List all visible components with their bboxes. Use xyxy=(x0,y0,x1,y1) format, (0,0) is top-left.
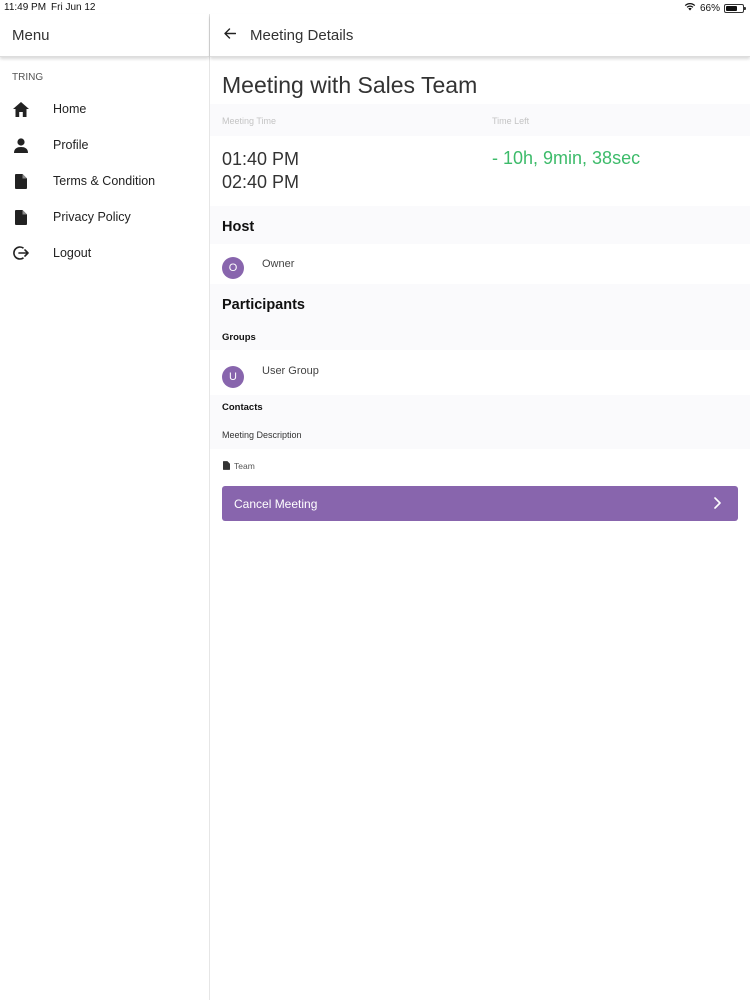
sidebar-section-label: TRING xyxy=(12,72,44,83)
host-row[interactable]: O Owner xyxy=(210,244,750,284)
meeting-time-label: Meeting Time xyxy=(222,116,277,126)
status-right: 66% xyxy=(684,2,746,14)
meeting-time-header: Meeting Time Time Left xyxy=(210,104,750,136)
battery-fill xyxy=(726,5,737,11)
logout-icon xyxy=(12,244,30,262)
sidebar-item-label: Privacy Policy xyxy=(53,210,131,224)
group-row[interactable]: U User Group xyxy=(210,350,750,395)
attachment-row[interactable]: Team xyxy=(210,449,750,481)
start-time: 01:40 PM xyxy=(222,149,300,169)
host-heading: Host xyxy=(210,206,750,244)
end-time: 02:40 PM xyxy=(222,172,300,192)
main-panel: Meeting Details Meeting with Sales Team … xyxy=(210,14,750,1000)
group-name: User Group xyxy=(262,365,319,377)
time-left-label: Time Left xyxy=(492,116,530,126)
status-date: Fri Jun 12 xyxy=(51,2,96,13)
avatar: O xyxy=(222,257,244,279)
person-icon xyxy=(12,136,30,154)
host-name: Owner xyxy=(262,258,295,270)
meeting-time-row: 01:40 PM 02:40 PM - 10h, 9min, 38sec xyxy=(210,136,750,206)
sidebar-item-label: Terms & Condition xyxy=(53,174,156,188)
meeting-description-label: Meeting Description xyxy=(210,421,750,449)
chevron-right-icon xyxy=(710,496,724,510)
home-icon xyxy=(12,100,30,118)
time-left-value: - 10h, 9min, 38sec xyxy=(492,148,641,168)
sidebar-item-terms[interactable]: Terms & Condition xyxy=(0,163,209,199)
groups-label: Groups xyxy=(210,322,750,350)
meeting-times: 01:40 PM 02:40 PM xyxy=(222,148,299,194)
wifi-icon xyxy=(684,2,696,14)
sidebar-item-profile[interactable]: Profile xyxy=(0,127,209,163)
meeting-title: Meeting with Sales Team xyxy=(222,72,478,98)
sidebar-item-logout[interactable]: Logout xyxy=(0,235,209,271)
document-icon xyxy=(12,208,30,226)
page-title: Meeting Details xyxy=(250,26,354,44)
status-time: 11:49 PM xyxy=(4,2,47,13)
sidebar-item-home[interactable]: Home xyxy=(0,91,209,127)
cancel-meeting-button[interactable]: Cancel Meeting xyxy=(222,486,738,521)
sidebar-item-label: Profile xyxy=(53,138,89,152)
battery-icon xyxy=(724,3,746,13)
attachment-name: Team xyxy=(234,461,255,471)
cancel-meeting-label: Cancel Meeting xyxy=(234,496,318,511)
top-bar: Meeting Details xyxy=(210,14,750,57)
sidebar-item-privacy[interactable]: Privacy Policy xyxy=(0,199,209,235)
avatar: U xyxy=(222,366,244,388)
status-bar: 11:49 PM Fri Jun 12 66% xyxy=(0,0,750,14)
back-button[interactable] xyxy=(221,26,239,44)
sidebar-item-label: Home xyxy=(53,102,87,116)
sidebar-title: Menu xyxy=(0,14,209,57)
participants-heading: Participants xyxy=(210,284,750,322)
battery-percent: 66% xyxy=(699,2,720,14)
sidebar: Menu TRING Home Profile Terms & Conditio… xyxy=(0,14,210,1000)
sidebar-item-label: Logout xyxy=(53,246,92,260)
file-icon xyxy=(223,461,230,472)
arrow-left-icon xyxy=(224,26,237,44)
contacts-label: Contacts xyxy=(210,395,750,421)
document-icon xyxy=(12,172,30,190)
